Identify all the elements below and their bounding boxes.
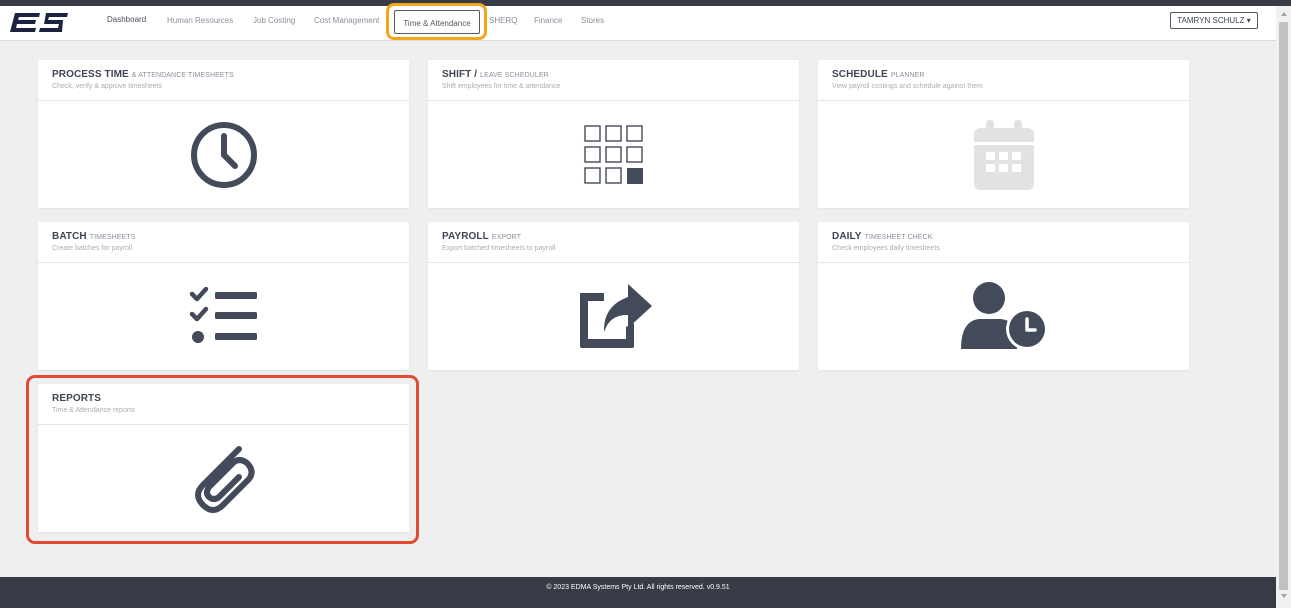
card-batch[interactable]: BATCH TIMESHEETS Create batches for payro…: [38, 222, 409, 370]
card-description: Check employees daily timesheets: [832, 245, 940, 252]
card-description: View payroll costings and schedule again…: [832, 83, 983, 90]
card-payroll[interactable]: PAYROLL EXPORT Export batched timesheets …: [428, 222, 799, 370]
nav-time-attendance[interactable]: Time & Attendance: [394, 10, 480, 34]
scroll-up-icon[interactable]: [1281, 12, 1287, 16]
user-menu-button[interactable]: TAMRYN SCHULZ ▾: [1170, 12, 1258, 29]
nav-stores[interactable]: Stores: [581, 16, 604, 25]
card-title: SHIFT / LEAVE SCHEDULER: [442, 69, 549, 80]
card-title: SCHEDULE PLANNER: [832, 69, 925, 80]
scroll-down-icon[interactable]: [1281, 594, 1287, 598]
card-process-time[interactable]: PROCESS TIME & ATTENDANCE TIMESHEETS Chec…: [38, 60, 409, 208]
card-description: Export batched timesheets to payroll: [442, 245, 556, 252]
card-title: DAILY TIMESHEET CHECK: [832, 231, 933, 242]
grid-icon: [583, 124, 643, 184]
checklist-icon: [189, 286, 257, 343]
nav-human-resources[interactable]: Human Resources: [167, 16, 233, 25]
nav-sherq[interactable]: SHERQ: [489, 16, 517, 25]
card-header: SHIFT / LEAVE SCHEDULER Shift employees f…: [428, 60, 799, 101]
card-shift-leave[interactable]: SHIFT / LEAVE SCHEDULER Shift employees f…: [428, 60, 799, 208]
card-schedule[interactable]: SCHEDULE PLANNER View payroll costings an…: [818, 60, 1189, 208]
top-navbar: ES Dashboard Human Resources Job Costing…: [0, 3, 1276, 41]
scrollbar-thumb[interactable]: [1279, 22, 1288, 590]
card-header: PROCESS TIME & ATTENDANCE TIMESHEETS Chec…: [38, 60, 409, 101]
nav-job-costing[interactable]: Job Costing: [253, 16, 295, 25]
calendar-icon: [973, 119, 1034, 190]
card-header: SCHEDULE PLANNER View payroll costings an…: [818, 60, 1189, 101]
nav-dashboard[interactable]: Dashboard: [107, 15, 146, 24]
card-description: Check, verify & approve timesheets: [52, 83, 163, 90]
clock-icon: [190, 121, 257, 188]
card-reports[interactable]: REPORTS Time & Attendance reports: [38, 384, 409, 532]
footer: © 2023 EDMA Systems Pty Ltd. All rights …: [0, 577, 1276, 608]
card-daily[interactable]: DAILY TIMESHEET CHECK Check employees dai…: [818, 222, 1189, 370]
user-clock-icon: [960, 281, 1048, 350]
es-logo[interactable]: ES: [9, 11, 69, 37]
vertical-scrollbar[interactable]: [1276, 6, 1291, 608]
nav-finance[interactable]: Finance: [534, 16, 562, 25]
paperclip-icon: [194, 445, 255, 513]
nav-cost-management[interactable]: Cost Management: [314, 16, 379, 25]
card-title: PROCESS TIME & ATTENDANCE TIMESHEETS: [52, 69, 234, 80]
card-title: BATCH TIMESHEETS: [52, 231, 136, 242]
card-header: REPORTS Time & Attendance reports: [38, 384, 409, 425]
card-title: PAYROLL EXPORT: [442, 231, 522, 242]
card-description: Time & Attendance reports: [52, 407, 135, 414]
card-title: REPORTS: [52, 393, 102, 404]
card-description: Shift employees for time & attendance: [442, 83, 561, 90]
footer-copyright: © 2023 EDMA Systems Pty Ltd. All rights …: [546, 584, 730, 591]
card-description: Create batches for payroll: [52, 245, 133, 252]
card-header: PAYROLL EXPORT Export batched timesheets …: [428, 222, 799, 263]
card-header: DAILY TIMESHEET CHECK Check employees dai…: [818, 222, 1189, 263]
card-header: BATCH TIMESHEETS Create batches for payro…: [38, 222, 409, 263]
share-icon: [579, 283, 652, 348]
